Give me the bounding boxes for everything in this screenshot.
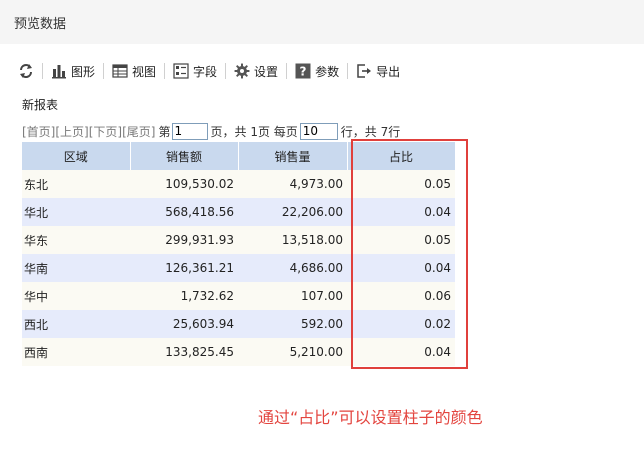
pager-first-link[interactable]: [首页] (22, 123, 55, 140)
export-label: 导出 (376, 64, 401, 79)
cell-region: 东北 (22, 170, 130, 198)
cell-sales-volume: 4,686.00 (238, 254, 347, 282)
toolbar-separator (347, 63, 349, 79)
view-button[interactable]: 视图 (108, 60, 160, 82)
toolbar-separator (103, 63, 105, 79)
cell-sales-amount: 109,530.02 (130, 170, 238, 198)
toolbar-separator (42, 63, 43, 79)
view-label: 视图 (132, 64, 157, 79)
cell-ratio: 0.04 (347, 198, 455, 226)
window-titlebar: 预览数据 (0, 0, 644, 44)
page-number-input[interactable] (171, 122, 208, 140)
cell-sales-volume: 13,518.00 (238, 226, 347, 254)
cell-ratio: 0.05 (347, 226, 455, 254)
pager-next-link[interactable]: [下页] (89, 123, 122, 140)
cell-sales-amount: 133,825.45 (130, 338, 238, 366)
table-row: 华中 1,732.62 107.00 0.06 (22, 282, 455, 310)
cell-region: 华北 (22, 198, 130, 226)
export-button[interactable]: 导出 (352, 60, 404, 82)
question-icon: ? (295, 63, 311, 79)
table-row: 华南 126,361.21 4,686.00 0.04 (22, 254, 455, 282)
table-header-row: 区域 销售额 销售量 占比 (22, 142, 456, 170)
cell-region: 华东 (22, 226, 130, 254)
table-row: 西北 25,603.94 592.00 0.02 (22, 310, 455, 338)
cell-sales-volume: 4,973.00 (238, 170, 347, 198)
window-title: 预览数据 (14, 17, 67, 32)
settings-label: 设置 (254, 64, 279, 79)
pager-size-suffix: 行，共 7行 (340, 124, 401, 139)
bar-chart-icon (52, 65, 66, 79)
cell-ratio: 0.05 (347, 170, 455, 198)
cell-sales-amount: 1,732.62 (130, 282, 238, 310)
export-icon (357, 64, 372, 78)
annotation-text: 通过“占比”可以设置柱子的颜色 (258, 408, 483, 427)
header-region[interactable]: 区域 (22, 142, 131, 170)
params-label: 参数 (315, 64, 340, 79)
cell-ratio: 0.04 (347, 254, 455, 282)
pager-prev-link[interactable]: [上页] (55, 123, 88, 140)
settings-button[interactable]: 设置 (230, 60, 282, 82)
cell-sales-volume: 107.00 (238, 282, 347, 310)
cell-region: 华南 (22, 254, 130, 282)
cell-region: 华中 (22, 282, 130, 310)
table-view-icon (112, 64, 128, 78)
cell-sales-volume: 22,206.00 (238, 198, 347, 226)
cell-ratio: 0.06 (347, 282, 455, 310)
header-sales-amount[interactable]: 销售额 (130, 142, 239, 170)
cell-region: 西南 (22, 338, 130, 366)
cell-sales-volume: 592.00 (238, 310, 347, 338)
toolbar-separator (286, 63, 288, 79)
data-table: 区域 销售额 销售量 占比 东北 109,530.02 4,973.00 0.0… (22, 142, 456, 366)
refresh-icon (20, 64, 32, 78)
refresh-button[interactable] (14, 60, 38, 82)
field-list-icon (173, 63, 189, 79)
page-size-input[interactable] (299, 122, 338, 140)
params-button[interactable]: ? 参数 (291, 60, 343, 82)
field-label: 字段 (193, 64, 218, 79)
toolbar: 图形 视图 字段 设置 ? 参数 导出 (14, 60, 404, 82)
cell-sales-amount: 25,603.94 (130, 310, 238, 338)
pager-page-suffix: 页，共 1页 每页 (210, 124, 298, 139)
table-row: 东北 109,530.02 4,973.00 0.05 (22, 170, 455, 198)
cell-sales-amount: 126,361.21 (130, 254, 238, 282)
pager-last-link[interactable]: [尾页] (122, 123, 155, 140)
table-row: 华东 299,931.93 13,518.00 0.05 (22, 226, 455, 254)
report-name: 新报表 (22, 98, 59, 112)
header-sales-volume[interactable]: 销售量 (238, 142, 348, 170)
table-row: 西南 133,825.45 5,210.00 0.04 (22, 338, 455, 366)
cell-sales-volume: 5,210.00 (238, 338, 347, 366)
chart-button[interactable]: 图形 (47, 60, 99, 82)
svg-text:?: ? (300, 65, 307, 79)
toolbar-separator (164, 63, 166, 79)
cell-sales-amount: 568,418.56 (130, 198, 238, 226)
header-ratio[interactable]: 占比 (347, 142, 456, 170)
pager: [首页] [上页] [下页] [尾页] 第 页，共 1页 每页 行，共 7行 (22, 122, 400, 140)
toolbar-separator (225, 63, 227, 79)
field-button[interactable]: 字段 (169, 60, 221, 82)
pager-page-prefix: 第 (158, 124, 171, 139)
chart-label: 图形 (71, 64, 96, 79)
cell-ratio: 0.04 (347, 338, 455, 366)
gear-icon (234, 63, 250, 79)
table-row: 华北 568,418.56 22,206.00 0.04 (22, 198, 455, 226)
cell-ratio: 0.02 (347, 310, 455, 338)
cell-sales-amount: 299,931.93 (130, 226, 238, 254)
cell-region: 西北 (22, 310, 130, 338)
